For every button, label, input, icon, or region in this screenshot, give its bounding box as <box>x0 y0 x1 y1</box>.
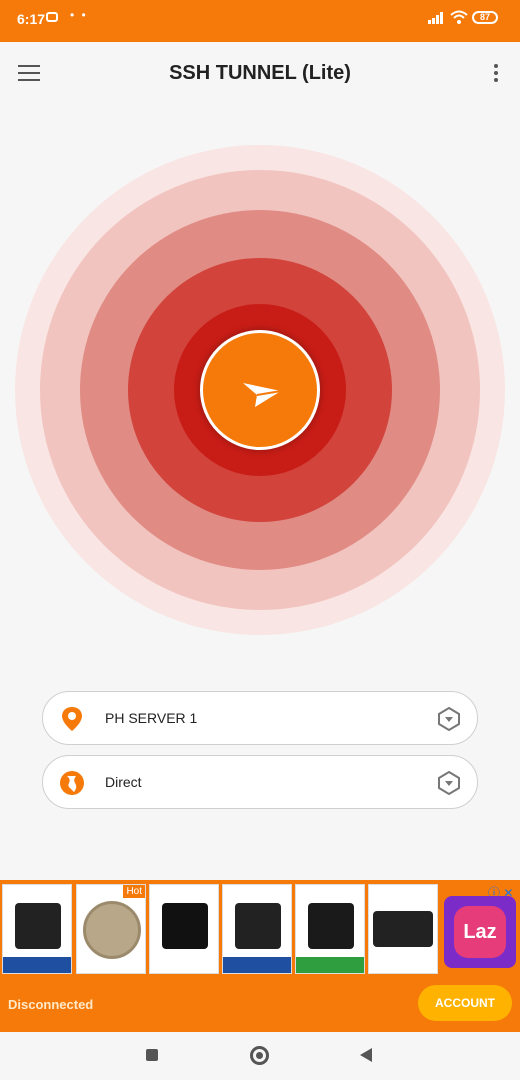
ad-tile[interactable]: Hot <box>76 884 146 974</box>
overflow-menu-icon[interactable] <box>488 62 504 86</box>
paper-plane-icon <box>243 383 282 407</box>
back-icon[interactable] <box>360 1048 372 1062</box>
ad-tile[interactable] <box>368 884 438 974</box>
connection-status-text: Disconnected <box>8 997 94 1012</box>
account-button[interactable]: ACCOUNT <box>418 985 512 1021</box>
ad-tile[interactable] <box>222 884 292 974</box>
app-title: SSH TUNNEL (Lite) <box>169 62 351 84</box>
connection-mode-selector[interactable]: Direct <box>42 755 478 809</box>
ad-tile[interactable] <box>2 884 72 974</box>
system-nav-bar <box>0 1032 520 1080</box>
hot-badge: Hot <box>123 885 145 898</box>
lazada-logo[interactable]: Laz <box>444 896 516 968</box>
location-pin-icon <box>62 707 82 731</box>
battery-icon: 87 <box>472 11 498 24</box>
app-bar: SSH TUNNEL (Lite) <box>0 42 520 104</box>
home-icon[interactable] <box>250 1046 269 1065</box>
dropdown-arrow-icon[interactable] <box>437 707 461 731</box>
notification-icon <box>46 12 58 22</box>
connection-status-bar: Disconnected ACCOUNT <box>0 976 520 1032</box>
notification-dots-icon: • • <box>70 8 88 22</box>
recents-icon[interactable] <box>146 1049 158 1061</box>
server-label: PH SERVER 1 <box>105 710 198 726</box>
mode-label: Direct <box>105 774 142 790</box>
globe-icon <box>60 771 84 795</box>
ad-tile[interactable] <box>149 884 219 974</box>
connect-button[interactable] <box>200 330 320 450</box>
ad-tile[interactable] <box>295 884 365 974</box>
wifi-icon <box>450 10 468 24</box>
signal-icon <box>428 12 443 24</box>
server-selector[interactable]: PH SERVER 1 <box>42 691 478 745</box>
status-bar: 6:17 • • 87 <box>0 0 520 42</box>
dropdown-arrow-icon[interactable] <box>437 771 461 795</box>
ad-banner[interactable]: Hot ⓘ ✕ Laz <box>0 880 520 976</box>
status-time: 6:17 <box>17 11 46 27</box>
